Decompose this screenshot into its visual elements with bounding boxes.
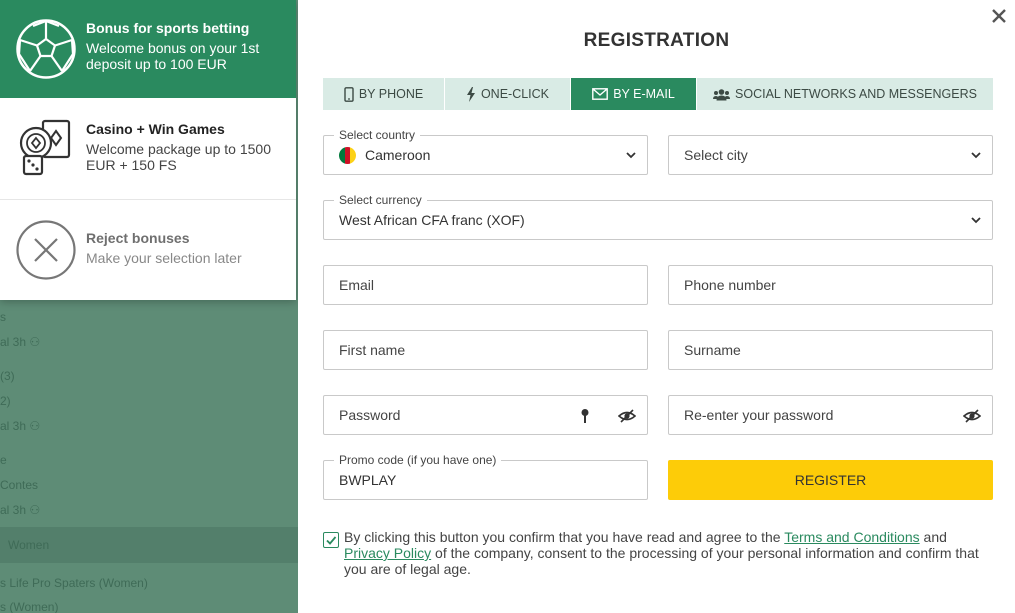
tab-label: ONE-CLICK xyxy=(480,87,550,101)
password-placeholder: Password xyxy=(339,407,401,423)
bg-text: al 3h ⚇ xyxy=(0,335,41,349)
agreement-text-start: By clicking this button you confirm that… xyxy=(344,529,785,545)
bonus-description: Welcome bonus on your 1st deposit up to … xyxy=(86,40,260,72)
field-label: Select currency xyxy=(334,193,427,207)
bg-text: s (Women) xyxy=(0,600,59,613)
close-circle-icon xyxy=(16,220,76,280)
bg-text: al 3h ⚇ xyxy=(0,419,41,433)
bonus-option-sports[interactable]: Bonus for sports betting Welcome bonus o… xyxy=(0,0,296,98)
phone-placeholder: Phone number xyxy=(684,277,776,293)
password-field[interactable]: Password xyxy=(323,395,648,435)
bg-text: (3) xyxy=(0,369,15,383)
bonus-option-casino[interactable]: Casino + Win Games Welcome package up to… xyxy=(0,98,296,200)
country-select[interactable]: Select country Cameroon xyxy=(323,128,648,175)
tab-label: BY PHONE xyxy=(358,87,424,101)
modal-title: REGISTRATION xyxy=(583,30,730,51)
currency-select[interactable]: Select currency West African CFA franc (… xyxy=(323,193,993,240)
bg-text: s Life Pro Spaters (Women) xyxy=(0,576,148,590)
first-name-placeholder: First name xyxy=(339,342,406,358)
chevron-down-icon xyxy=(971,152,981,159)
city-select[interactable]: Select city xyxy=(668,135,993,175)
surname-field[interactable]: Surname xyxy=(668,330,993,370)
tab-label: SOCIAL NETWORKS AND MESSENGERS xyxy=(735,87,977,101)
bonus-title: Bonus for sports betting xyxy=(86,20,250,36)
chevron-down-icon xyxy=(626,152,636,159)
eye-slash-icon[interactable] xyxy=(618,408,636,424)
promo-code-value: BWPLAY xyxy=(339,472,397,488)
key-icon[interactable] xyxy=(580,408,590,424)
terms-link[interactable]: Terms and Conditions xyxy=(784,529,919,545)
cameroon-flag-icon xyxy=(339,147,356,164)
bg-text: Women xyxy=(8,538,50,552)
bonus-description: Make your selection later xyxy=(86,250,242,266)
tab-social-networks[interactable]: SOCIAL NETWORKS AND MESSENGERS xyxy=(697,78,993,110)
bg-text: 2) xyxy=(0,394,11,408)
soccer-ball-icon xyxy=(16,19,76,79)
currency-value: West African CFA franc (XOF) xyxy=(339,212,525,228)
tab-by-email[interactable]: BY E-MAIL xyxy=(571,78,697,110)
registration-modal: REGISTRATION BY PHONE ONE-CLICK BY E-MAI… xyxy=(298,0,1015,613)
tab-by-phone[interactable]: BY PHONE xyxy=(323,78,445,110)
city-placeholder: Select city xyxy=(684,147,748,163)
tab-one-click[interactable]: ONE-CLICK xyxy=(445,78,571,110)
bonus-description: Welcome package up to 1500 EUR + 150 FS xyxy=(86,141,271,173)
agree-checkbox[interactable] xyxy=(323,532,339,548)
first-name-field[interactable]: First name xyxy=(323,330,648,370)
lightning-icon xyxy=(466,86,475,102)
agreement-text-and: and xyxy=(919,529,947,545)
bonus-title: Reject bonuses xyxy=(86,230,190,246)
email-field[interactable]: Email xyxy=(323,265,648,305)
users-icon xyxy=(713,88,731,100)
field-label: Select country xyxy=(334,128,421,142)
register-button[interactable]: REGISTER xyxy=(668,460,993,500)
bg-text: s xyxy=(0,310,6,324)
casino-chips-cards-icon xyxy=(19,119,71,176)
eye-slash-icon[interactable] xyxy=(963,408,981,424)
reenter-password-placeholder: Re-enter your password xyxy=(684,407,834,423)
promo-code-field[interactable]: Promo code (if you have one) BWPLAY xyxy=(323,453,648,500)
phone-icon xyxy=(344,86,354,102)
country-value: Cameroon xyxy=(365,147,431,163)
reenter-password-field[interactable]: Re-enter your password xyxy=(668,395,993,435)
bonus-panel: Bonus for sports betting Welcome bonus o… xyxy=(0,0,296,300)
envelope-icon xyxy=(592,88,609,100)
bonus-option-reject[interactable]: Reject bonuses Make your selection later xyxy=(0,200,296,300)
close-icon[interactable] xyxy=(989,6,1009,26)
email-placeholder: Email xyxy=(339,277,375,293)
checkmark-icon xyxy=(326,536,337,545)
bg-text: al 3h ⚇ xyxy=(0,503,41,517)
privacy-policy-link[interactable]: Privacy Policy xyxy=(344,545,431,561)
registration-tabs: BY PHONE ONE-CLICK BY E-MAIL SOCIAL NETW… xyxy=(323,78,993,110)
tab-label: BY E-MAIL xyxy=(613,87,675,101)
agreement-text-end: of the company, consent to the processin… xyxy=(344,545,979,577)
agreement-text: By clicking this button you confirm that… xyxy=(344,529,994,577)
bonus-title: Casino + Win Games xyxy=(86,121,225,137)
surname-placeholder: Surname xyxy=(684,342,741,358)
chevron-down-icon xyxy=(971,217,981,224)
bg-text: e xyxy=(0,453,7,467)
phone-number-field[interactable]: Phone number xyxy=(668,265,993,305)
field-label: Promo code (if you have one) xyxy=(334,453,502,467)
bg-text: Contes xyxy=(0,478,39,492)
